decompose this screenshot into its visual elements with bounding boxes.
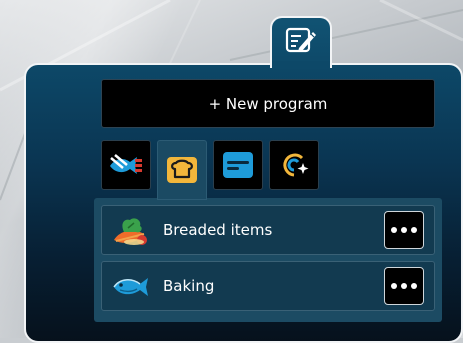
category-spiral[interactable] xyxy=(269,140,319,190)
list-item[interactable]: Baking xyxy=(101,261,435,311)
category-bread[interactable] xyxy=(157,140,207,200)
more-options-button[interactable] xyxy=(384,267,424,305)
dot-icon xyxy=(391,283,397,289)
spiral-sparkle-icon xyxy=(283,153,309,177)
edit-note-icon xyxy=(285,27,316,53)
new-program-button[interactable]: + New program xyxy=(101,79,435,128)
dot-icon xyxy=(391,227,397,233)
fish-grill-icon xyxy=(110,154,142,174)
fish-icon xyxy=(113,278,148,296)
tray-icon xyxy=(223,152,253,178)
dot-icon xyxy=(401,227,407,233)
bread-icon xyxy=(167,157,197,183)
new-program-label: + New program xyxy=(208,94,328,113)
list-item-label: Breaded items xyxy=(163,221,273,239)
list-item-label: Baking xyxy=(163,277,215,295)
tab-connector xyxy=(272,61,330,69)
dot-icon xyxy=(401,283,407,289)
dot-icon xyxy=(411,227,417,233)
list-item[interactable]: Breaded items xyxy=(101,205,435,255)
vegetables-icon xyxy=(114,218,147,245)
category-fish-grill[interactable] xyxy=(101,140,151,190)
more-options-button[interactable] xyxy=(384,211,424,249)
dot-icon xyxy=(411,283,417,289)
category-tray[interactable] xyxy=(213,140,263,190)
